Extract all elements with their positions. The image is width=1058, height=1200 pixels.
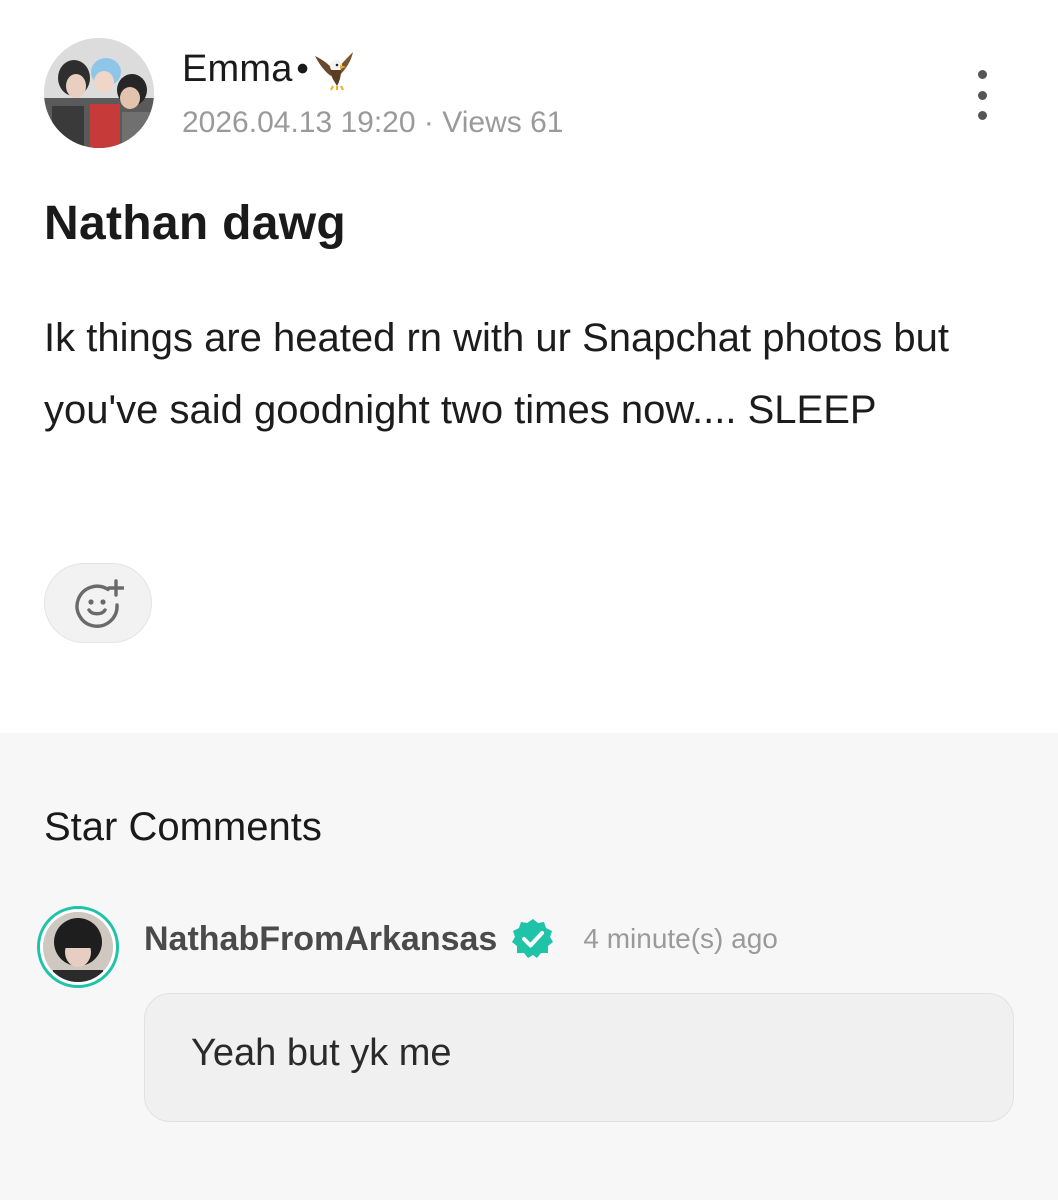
comment-header: NathabFromArkansas 4 minute(s) ago	[144, 916, 778, 962]
author-row: Emma •	[182, 44, 357, 94]
post-views: Views 61	[442, 106, 564, 139]
post-card: Emma • 2026.04.13 19:20 · Views 61 Natha…	[0, 0, 1058, 733]
author-name[interactable]: Emma	[182, 48, 293, 91]
post-title: Nathan dawg	[44, 197, 346, 250]
section-title: Star Comments	[44, 805, 322, 849]
add-reaction-icon	[75, 579, 124, 628]
eagle-icon	[314, 52, 353, 91]
meta-separator: ·	[423, 106, 434, 139]
menu-dot	[977, 90, 987, 100]
comment-text: Yeah but yk me	[191, 1032, 452, 1074]
comment-time: 4 minute(s) ago	[583, 923, 778, 954]
menu-dot	[977, 111, 987, 120]
star-comments-section: Star Comments NathabFromArkansas 4 minut…	[0, 733, 1058, 1200]
commenter-avatar[interactable]	[37, 906, 119, 988]
menu-dot	[977, 70, 987, 79]
add-reaction-button[interactable]	[44, 563, 152, 643]
author-separator: •	[296, 49, 309, 88]
comment-author[interactable]: NathabFromArkansas	[144, 920, 497, 959]
author-avatar[interactable]	[44, 38, 154, 148]
post-body: Ik things are heated rn with ur Snapchat…	[44, 316, 950, 432]
more-vertical-icon[interactable]	[966, 70, 998, 120]
post-date: 2026.04.13 19:20	[182, 106, 416, 139]
user-photo-avatar	[43, 912, 113, 982]
comment-bubble: Yeah but yk me	[144, 993, 1014, 1122]
post-meta: 2026.04.13 19:20 · Views 61	[182, 106, 563, 140]
commenter-avatar-frame	[43, 912, 113, 982]
group-photo-avatar	[44, 38, 154, 148]
verified-badge-icon	[512, 919, 554, 958]
